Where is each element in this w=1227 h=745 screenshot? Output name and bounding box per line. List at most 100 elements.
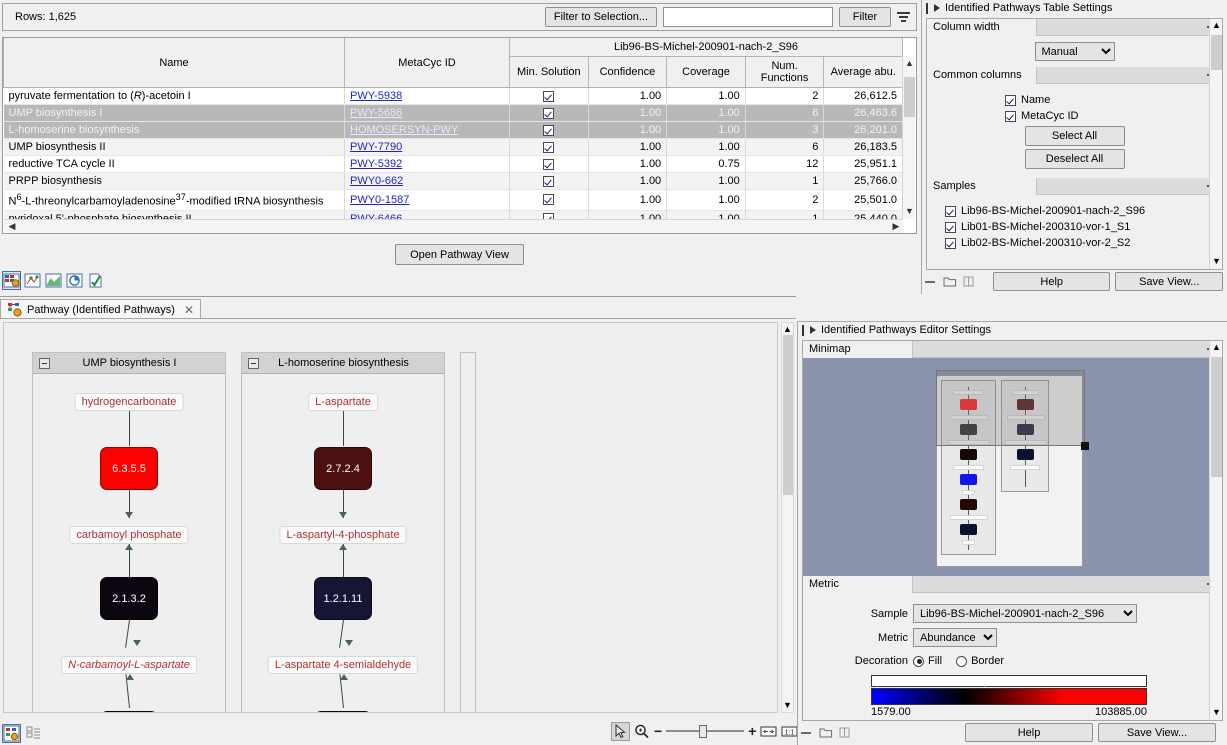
metabolite-node[interactable]: L-aspartyl-4-phosphate (279, 526, 406, 544)
checkbox-row-sample[interactable]: Lib96-BS-Michel-200901-nach-2_S96 (945, 205, 1222, 217)
enzyme-node[interactable]: 1.2.1.11 (314, 577, 372, 620)
checkbox-sample[interactable] (945, 206, 956, 217)
radio-fill[interactable] (913, 656, 924, 667)
scroll-down-arrow-icon[interactable]: ▼ (903, 205, 916, 219)
metric-select[interactable]: Abundance (913, 628, 997, 647)
scroll-up-arrow-icon[interactable]: ▲ (1210, 341, 1223, 355)
cell-min-solution[interactable] (510, 156, 589, 173)
checkbox-min-solution[interactable] (543, 176, 554, 187)
table-vertical-scrollbar[interactable]: ▲ ▼ (902, 57, 915, 219)
radio-border-group[interactable]: Border (956, 655, 1004, 667)
folder-icon[interactable] (819, 726, 833, 739)
section-header-metric[interactable]: Metric (803, 576, 1222, 593)
metabolite-node[interactable]: carbamoyl phosphate (69, 526, 188, 544)
scroll-down-arrow-icon[interactable]: ▼ (782, 699, 793, 712)
heatmap-view-icon[interactable] (24, 272, 41, 289)
scroll-left-arrow-icon[interactable]: ◀ (5, 220, 19, 233)
section-header-minimap[interactable]: Minimap (803, 341, 1222, 358)
filter-input[interactable] (663, 7, 833, 27)
column-header-confidence[interactable]: Confidence (588, 57, 667, 88)
zoom-slider-knob[interactable] (699, 725, 707, 738)
enzyme-node[interactable]: 2.7.2.4 (314, 447, 372, 490)
checkbox-min-solution[interactable] (543, 159, 554, 170)
cell-metacyc-id[interactable]: PWY-5392 (345, 156, 510, 173)
scroll-thumb[interactable] (904, 77, 915, 117)
checkbox-min-solution[interactable] (543, 194, 554, 205)
editor-sidebar-scrollbar[interactable]: ▲ ▼ (1209, 341, 1222, 720)
dock-icon[interactable] (838, 726, 852, 739)
pathway-box-empty[interactable] (460, 352, 476, 713)
checkbox-sample[interactable] (945, 238, 956, 249)
open-pathway-view-button[interactable]: Open Pathway View (395, 244, 524, 265)
panel-expand-icon[interactable] (934, 4, 940, 12)
table-view-icon[interactable] (3, 272, 20, 289)
filter-options-icon[interactable] (894, 6, 912, 28)
panel-expand-icon[interactable] (810, 326, 816, 334)
sidebar-vertical-scrollbar[interactable]: ▲ ▼ (1209, 19, 1222, 269)
pathway-box-homoserine[interactable]: L-homoserine biosynthesis L-aspartate 2.… (241, 352, 445, 713)
scroll-thumb[interactable] (1211, 35, 1222, 70)
table-row[interactable]: N6-L-threonylcarbamoyladenosine37-modifi… (4, 190, 903, 211)
checkbox-row-sample[interactable]: Lib01-BS-Michel-200310-vor-1_S1 (945, 221, 1222, 233)
cell-min-solution[interactable] (510, 105, 589, 122)
save-view-button[interactable]: Save View... (1098, 723, 1216, 742)
scroll-down-arrow-icon[interactable]: ▼ (1210, 255, 1223, 269)
cell-metacyc-id[interactable]: PWY-5938 (345, 88, 510, 105)
dock-icon[interactable] (962, 275, 976, 288)
column-header-average-abundance[interactable]: Average abu. (824, 57, 903, 88)
minimap-viewport[interactable] (936, 370, 1085, 446)
pathways-table[interactable]: Name MetaCyc ID Lib96-BS-Michel-200901-n… (2, 37, 917, 234)
checkbox-min-solution[interactable] (543, 142, 554, 153)
table-row[interactable]: UMP biosynthesis IIPWY-77901.001.00626,1… (4, 139, 903, 156)
cell-min-solution[interactable] (510, 88, 589, 105)
enzyme-node[interactable] (100, 711, 158, 713)
close-icon[interactable]: ✕ (184, 303, 194, 317)
enzyme-node[interactable]: 2.1.3.2 (100, 577, 158, 620)
radio-fill-group[interactable]: Fill (913, 655, 942, 667)
scroll-thumb[interactable] (783, 335, 793, 495)
metacyc-link[interactable]: HOMOSERSYN-PWY (350, 124, 458, 136)
cell-metacyc-id[interactable]: PWY0-662 (345, 173, 510, 190)
metacyc-link[interactable]: PWY-7790 (350, 141, 402, 153)
checkbox-row-sample[interactable]: Lib02-BS-Michel-200310-vor-2_S2 (945, 237, 1222, 249)
checkbox-sample[interactable] (945, 222, 956, 233)
metabolite-node[interactable]: N-carbamoyl-L-aspartate (61, 656, 197, 674)
table-row[interactable]: PRPP biosynthesisPWY0-6621.001.00125,766… (4, 173, 903, 190)
deselect-all-button[interactable]: Deselect All (1025, 149, 1125, 169)
sample-select[interactable]: Lib96-BS-Michel-200901-nach-2_S96 (913, 604, 1137, 623)
cell-metacyc-id[interactable]: PWY-5686 (345, 105, 510, 122)
scroll-up-arrow-icon[interactable]: ▲ (903, 57, 916, 71)
pathway-box-header[interactable]: UMP biosynthesis I (33, 353, 225, 374)
pathway-box-ump[interactable]: UMP biosynthesis I hydrogencarbonate 6.3… (32, 352, 226, 713)
metacyc-link[interactable]: PWY-5938 (350, 90, 402, 102)
report-view-icon[interactable] (87, 272, 104, 289)
minimap[interactable] (803, 358, 1222, 576)
help-button[interactable]: Help (965, 723, 1093, 742)
metacyc-link[interactable]: PWY0-662 (350, 175, 403, 187)
pathway-box-header[interactable]: L-homoserine biosynthesis (242, 353, 444, 374)
cell-min-solution[interactable] (510, 139, 589, 156)
table-row[interactable]: L-homoserine biosynthesisHOMOSERSYN-PWY1… (4, 122, 903, 139)
scroll-down-arrow-icon[interactable]: ▼ (1210, 706, 1223, 720)
help-button[interactable]: Help (993, 272, 1110, 291)
folder-icon[interactable] (943, 275, 957, 288)
table-row[interactable]: reductive TCA cycle IIPWY-53921.000.7512… (4, 156, 903, 173)
radio-border[interactable] (956, 656, 967, 667)
cell-min-solution[interactable] (510, 173, 589, 190)
select-cursor-icon[interactable] (612, 723, 629, 740)
pathway-canvas[interactable]: UMP biosynthesis I hydrogencarbonate 6.3… (3, 322, 778, 713)
cell-metacyc-id[interactable]: PWY-7790 (345, 139, 510, 156)
one-to-one-icon[interactable]: 1:1 (781, 723, 798, 740)
gradient-min-thumb[interactable] (872, 676, 882, 687)
checkbox-name[interactable] (1005, 95, 1016, 106)
filter-to-selection-button[interactable]: Filter to Selection... (545, 7, 657, 27)
zoom-in-button[interactable]: + (748, 723, 756, 739)
zoom-slider[interactable] (666, 724, 744, 738)
metacyc-link[interactable]: PWY-5392 (350, 158, 402, 170)
scroll-right-arrow-icon[interactable]: ▶ (889, 220, 903, 233)
collapse-icon[interactable] (248, 358, 259, 369)
metacyc-link[interactable]: PWY-5686 (350, 107, 402, 119)
gradient-range-slider[interactable] (871, 675, 1147, 687)
scroll-thumb[interactable] (1211, 357, 1222, 477)
pie-chart-view-icon[interactable] (66, 272, 83, 289)
